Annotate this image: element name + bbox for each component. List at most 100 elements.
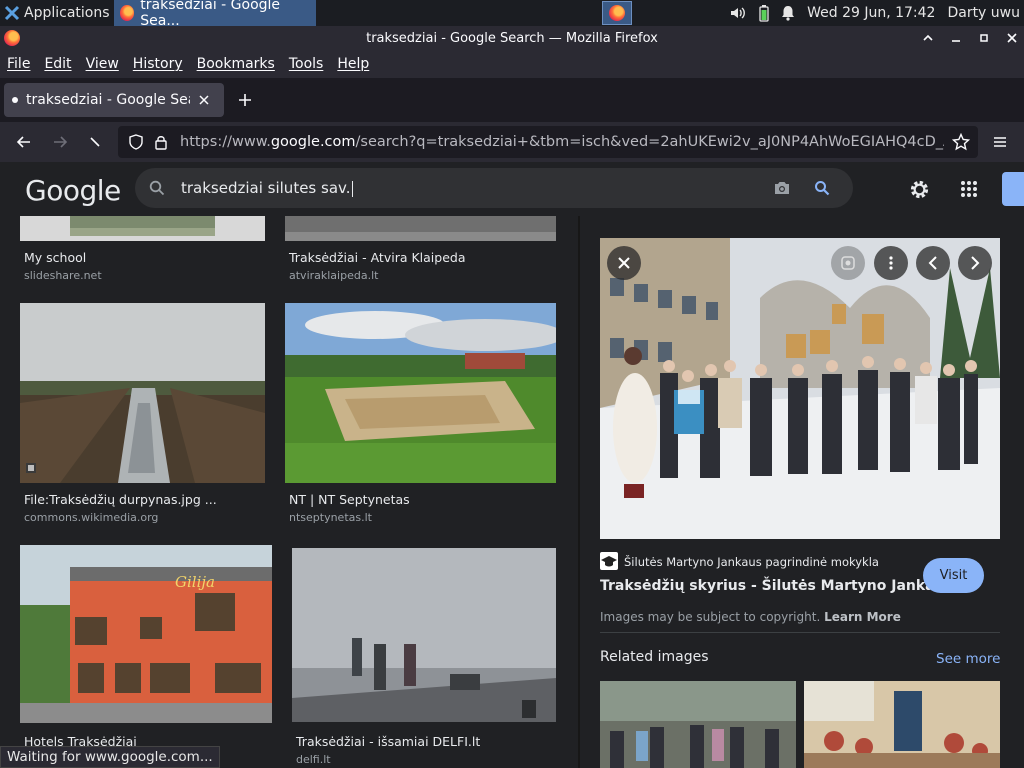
tab-google-search[interactable]: traksedziai - Google Search — [4, 83, 224, 117]
result-title[interactable]: File:Traksėdžių durpynas.jpg ... — [24, 492, 217, 507]
menu-tools[interactable]: Tools — [289, 56, 324, 72]
result-image-my-school[interactable] — [20, 216, 265, 241]
copyright-text: Images may be subject to copyright. — [600, 610, 821, 624]
chevron-up-icon[interactable] — [922, 32, 934, 44]
result-source[interactable]: ntseptynetas.lt — [289, 511, 372, 524]
learn-more-link[interactable]: Learn More — [824, 610, 901, 624]
address-bar[interactable]: https://www.google.com/search?q=traksedz… — [118, 126, 978, 158]
lock-icon[interactable] — [154, 134, 168, 150]
tab-title: traksedziai - Google Search — [26, 92, 190, 108]
url-prefix: https://www. — [180, 134, 271, 150]
menubar: File Edit View History Bookmarks Tools H… — [0, 50, 1024, 78]
next-image-button[interactable] — [958, 246, 992, 280]
applications-label: Applications — [24, 5, 110, 21]
search-submit-icon[interactable] — [814, 180, 830, 196]
chevron-left-icon — [928, 256, 937, 270]
see-more-link[interactable]: See more — [936, 651, 1000, 667]
lens-button[interactable] — [831, 246, 865, 280]
graduation-cap-icon — [601, 556, 617, 567]
close-icon — [618, 257, 630, 269]
result-source[interactable]: delfi.lt — [296, 753, 331, 766]
menu-history[interactable]: History — [133, 56, 183, 72]
new-tab-button[interactable] — [234, 86, 256, 114]
menu-help[interactable]: Help — [337, 56, 369, 72]
window-titlebar: traksedziai - Google Search — Mozilla Fi… — [0, 26, 1024, 50]
taskbar-firefox-launcher[interactable] — [601, 1, 632, 25]
hamburger-menu-icon — [994, 137, 1006, 147]
url-domain: google.com — [270, 134, 356, 150]
firefox-icon — [119, 5, 135, 21]
result-image-atvira-klaipeda[interactable] — [285, 216, 556, 241]
notification-bell-icon[interactable] — [781, 5, 795, 21]
result-image-septynetas[interactable] — [285, 303, 556, 483]
more-options-button[interactable] — [874, 246, 908, 280]
preview-site-name[interactable]: Šilutės Martyno Jankaus pagrindinė mokyk… — [624, 555, 879, 569]
url-text[interactable]: https://www.google.com/search?q=traksedz… — [180, 134, 944, 150]
menu-view[interactable]: View — [86, 56, 119, 72]
sign-in-button[interactable] — [1002, 172, 1024, 206]
site-favicon — [600, 552, 618, 570]
result-title[interactable]: Traksėdžiai - išsamiai DELFI.lt — [296, 734, 480, 749]
result-title[interactable]: My school — [24, 250, 86, 265]
menu-file[interactable]: File — [7, 56, 30, 72]
bookmark-star-icon[interactable] — [952, 133, 970, 151]
related-image-2[interactable] — [804, 681, 1000, 768]
maximize-icon[interactable] — [978, 32, 990, 44]
xfce-logo-icon — [4, 5, 20, 21]
tab-close-icon[interactable] — [198, 94, 210, 106]
window-title: traksedziai - Google Search — Mozilla Fi… — [366, 30, 658, 46]
menu-edit[interactable]: Edit — [44, 56, 71, 72]
google-header: Google traksedziai silutes sav. — [0, 162, 1024, 216]
result-image-hotel[interactable]: Gilija — [20, 545, 272, 723]
search-input[interactable]: traksedziai silutes sav. — [181, 179, 353, 197]
firefox-icon — [608, 5, 625, 21]
hotel-sign: Gilija — [175, 573, 215, 591]
search-icon — [149, 180, 165, 196]
apps-grid-icon[interactable] — [960, 180, 978, 198]
chevron-right-icon — [971, 256, 980, 270]
navigation-toolbar: https://www.google.com/search?q=traksedz… — [0, 122, 1024, 162]
menu-bookmarks[interactable]: Bookmarks — [197, 56, 275, 72]
taskbar-window-title: traksedziai - Google Sea... — [140, 0, 281, 29]
google-logo[interactable]: Google — [25, 174, 121, 207]
image-preview-panel: Šilutės Martyno Jankaus pagrindinė mokyk… — [580, 216, 1024, 768]
stop-button[interactable] — [83, 130, 107, 154]
visit-button[interactable]: Visit — [923, 558, 984, 593]
related-image-1[interactable] — [600, 681, 796, 768]
image-results: My school slideshare.net Traksėdžiai - A… — [0, 216, 578, 768]
app-menu-button[interactable] — [988, 130, 1012, 154]
user-name[interactable]: Darty uwu — [947, 5, 1020, 21]
separator — [600, 632, 1000, 633]
battery-icon[interactable] — [759, 4, 769, 22]
status-bar: Waiting for www.google.com... — [0, 746, 220, 768]
close-preview-button[interactable] — [607, 246, 641, 280]
arrow-left-icon — [16, 136, 30, 148]
preview-image[interactable] — [600, 238, 1000, 539]
clock[interactable]: Wed 29 Jun, 17:42 — [807, 5, 935, 21]
url-path: /search?q=traksedziai+&tbm=isch&ved=2ahU… — [355, 134, 944, 150]
volume-icon[interactable] — [729, 5, 747, 21]
plus-icon — [239, 94, 251, 106]
minimize-icon[interactable] — [950, 32, 962, 44]
previous-image-button[interactable] — [916, 246, 950, 280]
result-image-peat-bog[interactable] — [20, 303, 265, 483]
loading-dot-icon — [12, 97, 18, 103]
back-button[interactable] — [12, 130, 36, 154]
result-image-delfi[interactable] — [292, 548, 556, 722]
preview-title[interactable]: Traksėdžių skyrius - Šilutės Martyno Jan… — [600, 578, 961, 594]
camera-icon[interactable] — [773, 180, 791, 196]
result-title[interactable]: Traksėdžiai - Atvira Klaipeda — [289, 250, 466, 265]
result-source[interactable]: commons.wikimedia.org — [24, 511, 158, 524]
settings-gear-icon[interactable] — [909, 179, 930, 200]
taskbar-window-button[interactable]: traksedziai - Google Sea... — [113, 0, 316, 29]
result-source[interactable]: slideshare.net — [24, 269, 102, 282]
search-box[interactable]: traksedziai silutes sav. — [135, 168, 853, 208]
result-title[interactable]: NT | NT Septynetas — [289, 492, 410, 507]
result-source[interactable]: atviraklaipeda.lt — [289, 269, 378, 282]
lens-icon — [841, 256, 855, 270]
close-icon[interactable] — [1006, 32, 1018, 44]
applications-menu[interactable]: Applications — [0, 0, 114, 26]
shield-icon[interactable] — [128, 134, 144, 150]
forward-button[interactable] — [48, 130, 72, 154]
copyright-notice: Images may be subject to copyright. Lear… — [600, 610, 901, 624]
